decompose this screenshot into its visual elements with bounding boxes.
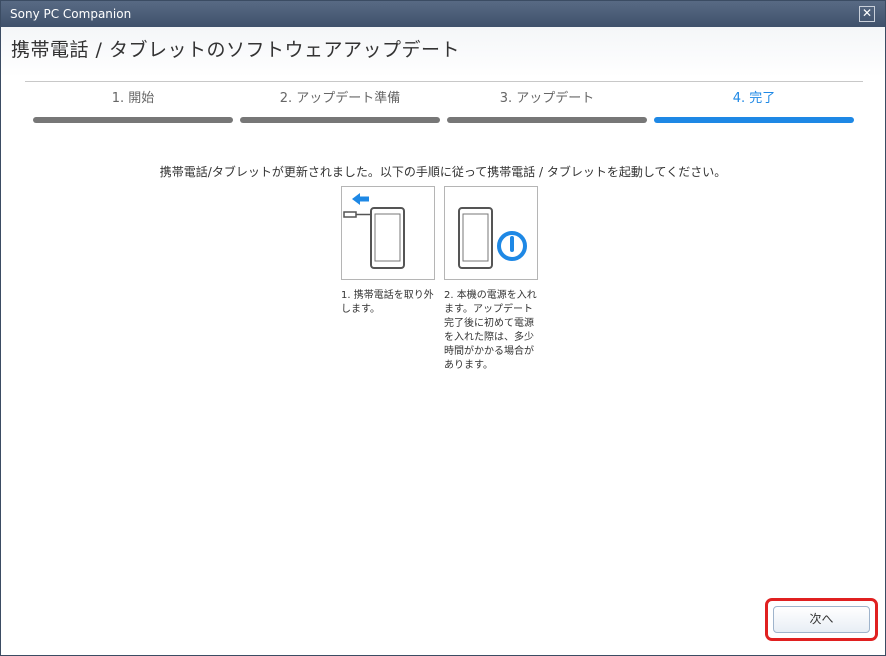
instruction-card-power bbox=[444, 186, 538, 280]
unplug-phone-icon bbox=[343, 193, 405, 269]
next-button[interactable]: 次へ bbox=[773, 606, 870, 633]
step-update: 3. アップデート bbox=[447, 87, 647, 127]
instruction-card-unplug bbox=[341, 186, 435, 280]
instruction-caption-unplug: 1. 携帯電話を取り外します。 bbox=[341, 290, 434, 315]
title-bar[interactable]: Sony PC Companion ✕ bbox=[1, 1, 885, 27]
step-start: 1. 開始 bbox=[33, 87, 233, 127]
step-progress-bar bbox=[33, 117, 233, 123]
completion-message: 携帯電話/タブレットが更新されました。以下の手順に従って携帯電話 / タブレット… bbox=[159, 165, 727, 179]
close-icon[interactable]: ✕ bbox=[859, 6, 875, 22]
header-divider bbox=[25, 81, 863, 82]
step-progress-bar bbox=[240, 117, 440, 123]
step-progress-bar bbox=[447, 117, 647, 123]
page-title: 携帯電話 / タブレットのソフトウェアアップデート bbox=[11, 39, 460, 61]
window-title: Sony PC Companion bbox=[10, 7, 132, 21]
instruction-caption-power: 2. 本機の電源を入れます。アップデート完了後に初めて電源を入れた際は、多少時間… bbox=[444, 290, 537, 371]
step-complete: 4. 完了 bbox=[654, 87, 854, 127]
app-window: Sony PC Companion ✕ 携帯電話 / タブレットのソフトウェアア… bbox=[0, 0, 886, 656]
step-progress-bar bbox=[654, 117, 854, 123]
step-label: 1. 開始 bbox=[111, 91, 155, 106]
step-label: 3. アップデート bbox=[499, 91, 595, 106]
step-label: 4. 完了 bbox=[732, 91, 776, 106]
step-label: 2. アップデート準備 bbox=[279, 91, 401, 106]
step-prepare: 2. アップデート準備 bbox=[240, 87, 440, 127]
power-on-icon bbox=[458, 207, 527, 269]
page-header: 携帯電話 / タブレットのソフトウェアアップデート bbox=[1, 27, 885, 77]
